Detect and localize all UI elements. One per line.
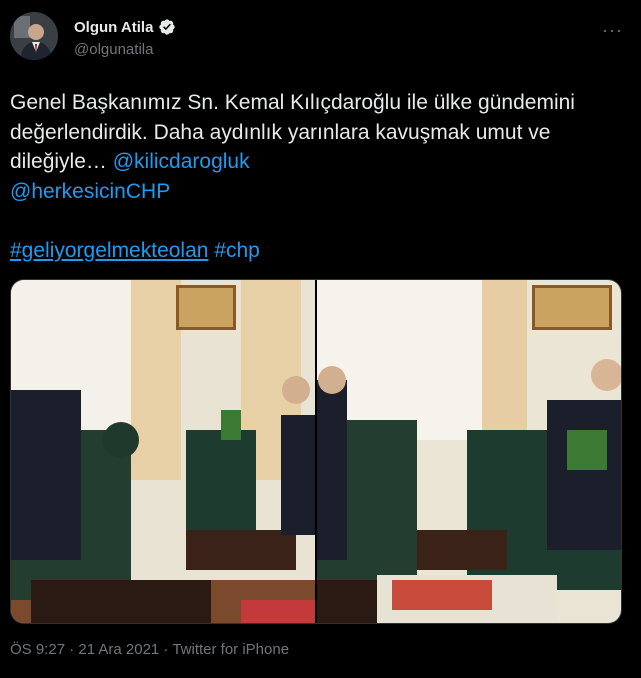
photo-meeting-right [317,280,621,623]
tweet-text: Genel Başkanımız Sn. Kemal Kılıçdaroğlu … [10,88,610,206]
media-photo-1[interactable] [11,280,315,623]
media-photo-2[interactable] [317,280,621,623]
tweet-metadata: ÖS 9:27 · 21 Ara 2021 · Twitter for iPho… [10,641,290,658]
name-row: Olgun Atila [74,18,176,36]
tweet-media [10,279,622,624]
mention-link[interactable]: @kilicdarogluk [113,150,250,173]
mention-link[interactable]: @herkesicinCHP [10,180,170,203]
verified-badge-icon [158,18,176,36]
tweet-header: Olgun Atila @olgunatila ··· [10,12,631,68]
hashtag-row: #geliyorgelmekteolan #chp [10,236,610,266]
author-display-name[interactable]: Olgun Atila [74,19,153,36]
avatar-image [10,12,58,60]
avatar[interactable] [10,12,58,60]
hashtag-link[interactable]: #geliyorgelmekteolan [10,239,208,262]
more-options-icon[interactable]: ··· [602,20,623,41]
hashtag-link[interactable]: #chp [214,239,260,262]
tweet-body-text: Genel Başkanımız Sn. Kemal Kılıçdaroğlu … [10,91,575,174]
author-handle[interactable]: @olgunatila [74,41,153,58]
photo-meeting-left [11,280,315,623]
